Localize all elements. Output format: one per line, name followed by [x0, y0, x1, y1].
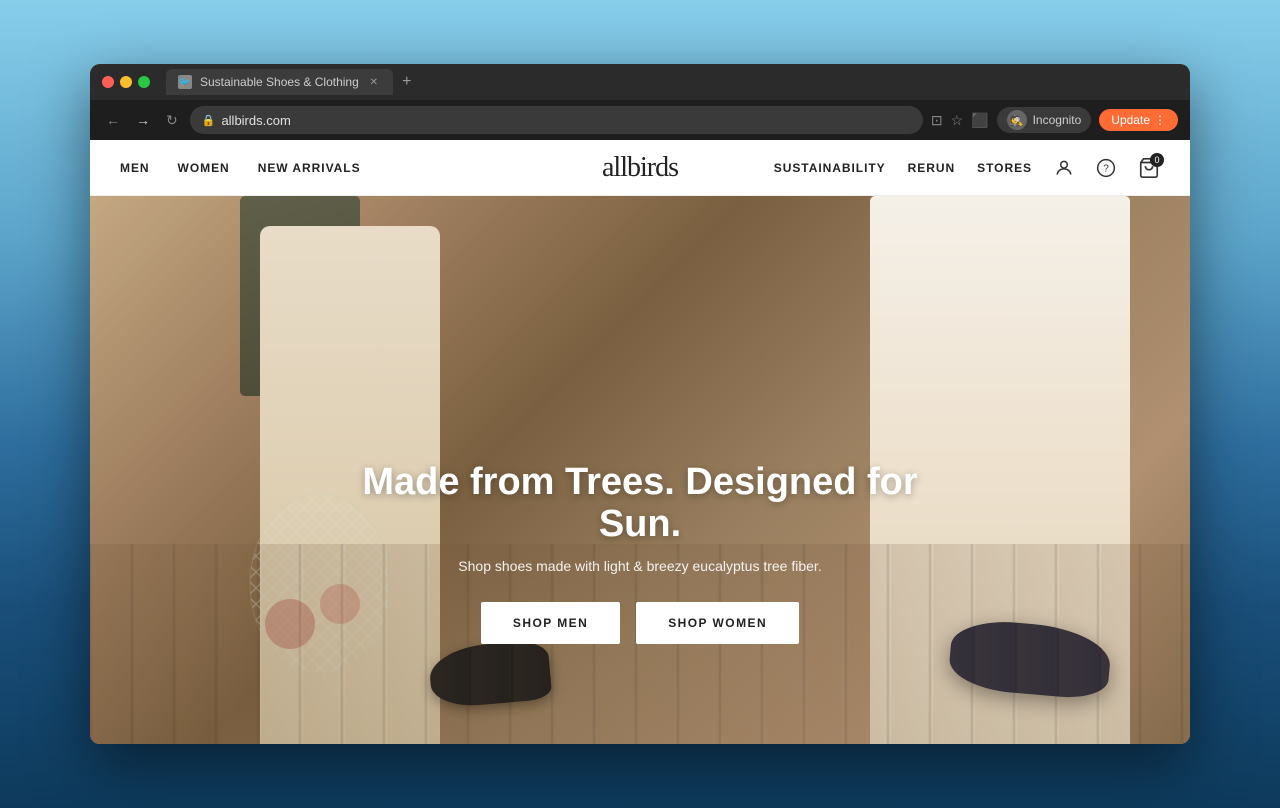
bookmark-icon[interactable]: ☆ — [951, 112, 964, 129]
back-button[interactable]: ← — [102, 108, 124, 132]
cart-icon-wrapper[interactable]: 0 — [1138, 157, 1160, 179]
tab-title: Sustainable Shoes & Clothing — [200, 75, 359, 89]
hero-section: Made from Trees. Designed for Sun. Shop … — [90, 196, 1190, 744]
nav-right: SUSTAINABILITY RERUN STORES ? — [774, 157, 1160, 179]
incognito-badge: 🕵 Incognito — [997, 107, 1092, 133]
hero-buttons: SHOP MEN SHOP WOMEN — [340, 602, 940, 644]
tab-bar: 🐦 Sustainable Shoes & Clothing ✕ + — [166, 69, 1178, 95]
hero-subtitle: Shop shoes made with light & breezy euca… — [340, 558, 940, 574]
update-chevron-icon: ⋮ — [1154, 113, 1166, 127]
nav-item-sustainability[interactable]: SUSTAINABILITY — [774, 161, 886, 175]
traffic-lights — [102, 76, 150, 88]
active-tab[interactable]: 🐦 Sustainable Shoes & Clothing ✕ — [166, 69, 393, 95]
refresh-button[interactable]: ↻ — [162, 108, 182, 133]
url-bar[interactable]: 🔒 allbirds.com — [190, 106, 923, 134]
incognito-label: Incognito — [1033, 113, 1082, 127]
forward-button[interactable]: → — [132, 108, 154, 132]
help-icon[interactable]: ? — [1096, 158, 1116, 178]
minimize-window-button[interactable] — [120, 76, 132, 88]
incognito-icon: 🕵 — [1007, 110, 1027, 130]
address-bar: ← → ↻ 🔒 allbirds.com ⊡ ☆ ⬛ 🕵 Incognito U… — [90, 100, 1190, 140]
close-window-button[interactable] — [102, 76, 114, 88]
account-icon[interactable] — [1054, 158, 1074, 178]
allbirds-logo[interactable]: allbirds — [602, 152, 678, 184]
secure-icon: 🔒 — [202, 114, 216, 127]
main-nav: MEN WOMEN NEW ARRIVALS allbirds SUSTAINA… — [90, 140, 1190, 196]
cast-icon[interactable]: ⊡ — [931, 112, 943, 129]
shop-women-button[interactable]: SHOP WOMEN — [636, 602, 799, 644]
url-text: allbirds.com — [221, 113, 290, 128]
website-content: MEN WOMEN NEW ARRIVALS allbirds SUSTAINA… — [90, 140, 1190, 744]
nav-item-stores[interactable]: STORES — [977, 161, 1032, 175]
nav-item-rerun[interactable]: RERUN — [908, 161, 955, 175]
shop-men-button[interactable]: SHOP MEN — [481, 602, 620, 644]
tab-favicon: 🐦 — [178, 75, 192, 89]
hero-title: Made from Trees. Designed for Sun. — [340, 462, 940, 546]
maximize-window-button[interactable] — [138, 76, 150, 88]
cart-count: 0 — [1150, 153, 1164, 167]
nav-item-new-arrivals[interactable]: NEW ARRIVALS — [258, 161, 361, 175]
title-bar: 🐦 Sustainable Shoes & Clothing ✕ + — [90, 64, 1190, 100]
browser-window: 🐦 Sustainable Shoes & Clothing ✕ + ← → ↻… — [90, 64, 1190, 744]
svg-text:?: ? — [1103, 163, 1109, 174]
extensions-icon[interactable]: ⬛ — [971, 112, 988, 129]
hero-content: Made from Trees. Designed for Sun. Shop … — [340, 462, 940, 644]
address-actions: ⊡ ☆ ⬛ 🕵 Incognito Update ⋮ — [931, 107, 1178, 133]
nav-left: MEN WOMEN NEW ARRIVALS — [120, 161, 361, 175]
update-button[interactable]: Update ⋮ — [1099, 109, 1178, 131]
nav-item-women[interactable]: WOMEN — [178, 161, 230, 175]
tab-close-button[interactable]: ✕ — [367, 75, 381, 89]
nav-item-men[interactable]: MEN — [120, 161, 150, 175]
new-tab-button[interactable]: + — [397, 72, 417, 92]
